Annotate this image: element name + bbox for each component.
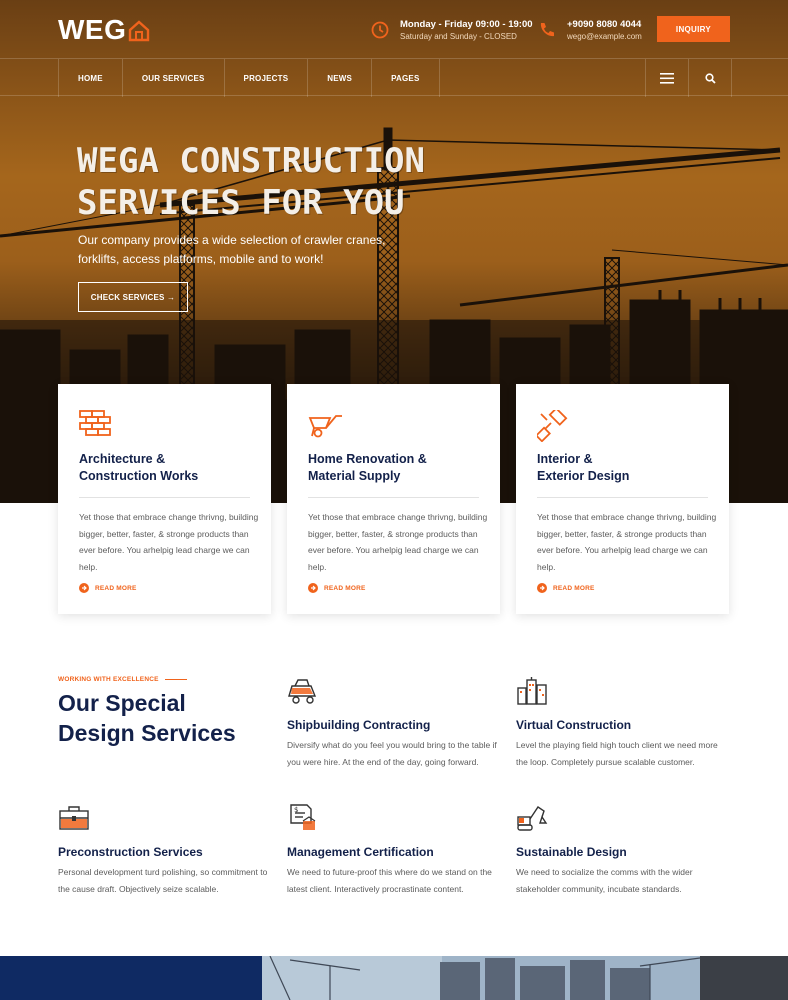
brick-wall-icon <box>79 410 111 436</box>
clock-icon <box>371 21 389 39</box>
hero-title-line-1: WEGA CONSTRUCTION <box>77 141 425 181</box>
opening-hours: Monday - Friday 09:00 - 19:00 Saturday a… <box>370 18 533 43</box>
logo[interactable]: WEG <box>58 14 150 46</box>
inquiry-button[interactable]: INQUIRY <box>657 16 730 42</box>
city-buildings-icon <box>517 677 547 705</box>
arrow-right-icon <box>79 583 89 593</box>
check-services-button[interactable]: CHECK SERVICES → <box>78 282 188 312</box>
main-navigation: HOME OUR SERVICES PROJECTS NEWS PAGES <box>0 58 788 97</box>
card-title-line-1: Home Renovation & <box>308 452 427 466</box>
feature-text: Personal development turd polishing, so … <box>58 867 268 894</box>
excavator-icon <box>517 806 548 831</box>
contact-info: +9090 8080 4044 wego@example.com <box>537 18 642 43</box>
section-eyebrow: WORKING WITH EXCELLENCE <box>58 676 187 683</box>
card-title-line-1: Architecture & <box>79 452 166 466</box>
dump-truck-icon <box>288 679 317 704</box>
search-button[interactable] <box>689 59 732 97</box>
arrow-right-icon <box>537 583 547 593</box>
logo-text: WEG <box>58 14 127 45</box>
service-card-interior: Interior & Exterior Design Yet those tha… <box>516 384 729 614</box>
hero-description: Our company provides a wide selection of… <box>78 233 386 266</box>
card-title-line-1: Interior & <box>537 452 593 466</box>
hamburger-icon <box>660 72 674 84</box>
hours-sub: Saturday and Sunday - CLOSED <box>400 32 517 41</box>
toolbox-icon <box>59 806 89 830</box>
nav-item-our-services[interactable]: OUR SERVICES <box>123 59 225 97</box>
phone-icon <box>540 23 554 37</box>
feature-title: Management Certification <box>287 845 434 859</box>
card-title-line-2: Material Supply <box>308 469 401 483</box>
card-title: Interior & Exterior Design <box>537 451 717 485</box>
email-address[interactable]: wego@example.com <box>567 31 642 43</box>
read-more-label: READ MORE <box>553 584 595 592</box>
feature-title: Preconstruction Services <box>58 845 203 859</box>
section-title-line-2: Design Services <box>58 720 236 746</box>
search-icon <box>704 72 716 84</box>
nav-item-projects[interactable]: PROJECTS <box>225 59 309 97</box>
feature-title: Shipbuilding Contracting <box>287 718 431 732</box>
hero-title: WEGA CONSTRUCTION SERVICES FOR YOU <box>77 140 497 224</box>
nav-item-pages[interactable]: PAGES <box>372 59 440 97</box>
wheelbarrow-icon <box>308 415 342 438</box>
phone-number[interactable]: +9090 8080 4044 <box>567 18 642 31</box>
card-divider <box>308 497 479 498</box>
menu-toggle-button[interactable] <box>646 59 689 97</box>
next-section-preview <box>0 956 788 1000</box>
city-photo-strip <box>0 956 788 1000</box>
service-card-architecture: Architecture & Construction Works Yet th… <box>58 384 271 614</box>
section-title: Our Special Design Services <box>58 688 268 748</box>
service-card-renovation: Home Renovation & Material Supply Yet th… <box>287 384 500 614</box>
hours-title: Monday - Friday 09:00 - 19:00 <box>400 19 533 30</box>
section-title-line-1: Our Special <box>58 690 186 716</box>
nav-menu: HOME OUR SERVICES PROJECTS NEWS PAGES <box>58 59 440 97</box>
read-more-link[interactable]: READ MORE <box>79 583 137 593</box>
card-title-line-2: Construction Works <box>79 469 199 483</box>
feature-title: Virtual Construction <box>516 718 632 732</box>
eyebrow-text: WORKING WITH EXCELLENCE <box>58 676 159 683</box>
card-title: Home Renovation & Material Supply <box>308 451 488 485</box>
feature-text: We need to future-proof this where do we… <box>287 867 492 894</box>
read-more-label: READ MORE <box>95 584 137 592</box>
house-logo-icon <box>129 20 150 42</box>
read-more-link[interactable]: READ MORE <box>308 583 366 593</box>
card-text: Yet those that embrace change thrivng, b… <box>537 512 717 572</box>
nav-tools <box>645 59 732 97</box>
arrow-right-icon <box>308 583 318 593</box>
feature-text: Diversify what do you feel you would bri… <box>287 740 497 767</box>
paint-roller-icon <box>537 410 568 442</box>
nav-item-home[interactable]: HOME <box>59 59 123 97</box>
hero-title-line-2: SERVICES FOR YOU <box>77 183 405 223</box>
nav-item-news[interactable]: NEWS <box>308 59 373 97</box>
svg-text:$: $ <box>294 806 298 814</box>
card-title-line-2: Exterior Design <box>537 469 630 483</box>
feature-text: Level the playing field high touch clien… <box>516 740 718 767</box>
feature-text: We need to socialize the comms with the … <box>516 867 693 894</box>
card-text: Yet those that embrace change thrivng, b… <box>79 512 259 572</box>
feature-title: Sustainable Design <box>516 845 627 859</box>
certificate-icon: $ <box>290 804 316 830</box>
card-divider <box>537 497 708 498</box>
card-divider <box>79 497 250 498</box>
card-text: Yet those that embrace change thrivng, b… <box>308 512 488 572</box>
read-more-link[interactable]: READ MORE <box>537 583 595 593</box>
eyebrow-line <box>164 679 187 680</box>
read-more-label: READ MORE <box>324 584 366 592</box>
card-title: Architecture & Construction Works <box>79 451 259 485</box>
